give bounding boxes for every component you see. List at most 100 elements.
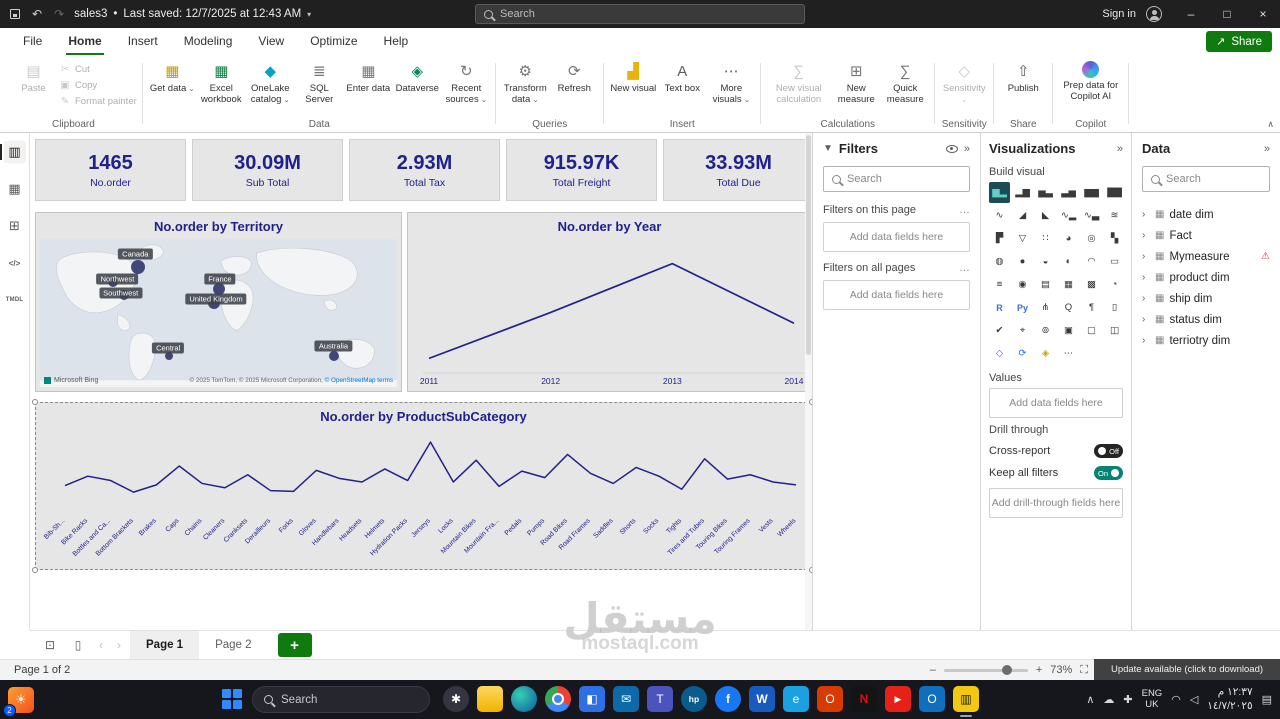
minimize-button[interactable]: –: [1174, 0, 1208, 28]
openstreetmap-terms-link[interactable]: © OpenStreetMap terms: [325, 377, 393, 384]
text-slicer-icon[interactable]: ◫: [1104, 320, 1125, 341]
close-button[interactable]: ×: [1246, 0, 1280, 28]
qa-visual-icon[interactable]: Q: [1058, 297, 1079, 318]
model-view-icon[interactable]: ⊞: [4, 215, 26, 237]
pie-chart-icon[interactable]: ◕: [1058, 228, 1079, 249]
report-canvas[interactable]: 1465No.order30.09MSub Total2.93MTotal Ta…: [30, 133, 812, 630]
map-visual[interactable]: No.order by Territory Mi: [35, 212, 402, 392]
enter-data-button[interactable]: ▦Enter data: [345, 58, 392, 95]
map-icon[interactable]: ◍: [989, 251, 1010, 272]
report-view-icon[interactable]: ▥: [4, 141, 26, 163]
security-icon[interactable]: ✚: [1123, 693, 1132, 706]
hp-icon[interactable]: hp: [681, 686, 707, 712]
100-stacked-column-chart-icon[interactable]: ▇▇: [1104, 182, 1125, 203]
menu-item-view[interactable]: View: [245, 28, 297, 55]
widgets-icon[interactable]: ☀ 2: [8, 687, 34, 713]
slicer-icon[interactable]: ▤: [1035, 274, 1056, 295]
more-visuals-icon[interactable]: ⋯: [1058, 343, 1079, 364]
ribbon-chart-icon[interactable]: ≋: [1104, 205, 1125, 226]
power-apps-visual-icon[interactable]: ◇: [989, 343, 1010, 364]
chevron-up-icon[interactable]: ∧: [1086, 693, 1094, 706]
waterfall-chart-icon[interactable]: ▛: [989, 228, 1010, 249]
eye-icon[interactable]: [946, 145, 958, 153]
notification-center-icon[interactable]: ▤: [1262, 693, 1272, 706]
kpi-card[interactable]: 915.97KTotal Freight: [506, 139, 657, 201]
filters-all-dropzone[interactable]: Add data fields here: [823, 280, 970, 310]
window-title[interactable]: sales3 • Last saved: 12/7/2025 at 12:43 …: [74, 8, 311, 20]
filters-page-dropzone[interactable]: Add data fields here: [823, 222, 970, 252]
area-chart-icon[interactable]: ◢: [1012, 205, 1033, 226]
onelake-button[interactable]: ◆OneLake catalog ⌄: [247, 58, 294, 106]
start-button[interactable]: [222, 689, 242, 709]
language-indicator[interactable]: ENGUK: [1142, 689, 1163, 711]
menu-item-optimize[interactable]: Optimize: [297, 28, 370, 55]
scatter-chart-icon[interactable]: ∷: [1035, 228, 1056, 249]
menu-item-file[interactable]: File: [10, 28, 55, 55]
decomposition-tree-icon[interactable]: ⋔: [1035, 297, 1056, 318]
paginated-report-icon[interactable]: ▯: [1104, 297, 1125, 318]
page-tab-page-2[interactable]: Page 2: [199, 631, 267, 660]
clustered-bar-chart-icon[interactable]: ▅▃: [1035, 182, 1056, 203]
100-stacked-bar-chart-icon[interactable]: ▆▆: [1081, 182, 1102, 203]
page-tab-page-1[interactable]: Page 1: [130, 631, 199, 660]
text-box-button[interactable]: AText box: [659, 58, 706, 95]
image-visual-icon[interactable]: ▣: [1058, 320, 1079, 341]
recent-sources-button[interactable]: ↻Recent sources ⌄: [443, 58, 490, 106]
new-measure-button[interactable]: ⊞New measure: [833, 58, 880, 106]
metrics-icon[interactable]: ✔: [989, 320, 1010, 341]
mobile-view-icon[interactable]: ▯: [66, 635, 90, 655]
matrix-icon[interactable]: ▩: [1081, 274, 1102, 295]
collapse-filters-icon[interactable]: »: [964, 143, 970, 155]
kpi-card[interactable]: 2.93MTotal Tax: [349, 139, 500, 201]
menu-item-help[interactable]: Help: [371, 28, 422, 55]
transform-data-button[interactable]: ⚙Transform data ⌄: [502, 58, 549, 106]
card-icon[interactable]: ▭: [1104, 251, 1125, 272]
field-ship-dim[interactable]: ›▦ship dim: [1142, 288, 1270, 309]
sign-in-link[interactable]: Sign in: [1102, 8, 1136, 20]
update-banner[interactable]: Update available (click to download): [1094, 659, 1280, 680]
arcgis-map-icon[interactable]: ⊚: [1035, 320, 1056, 341]
more-visuals-button[interactable]: ⋯More visuals ⌄: [708, 58, 755, 106]
stacked-bar-chart-icon[interactable]: ▆▂: [989, 182, 1010, 203]
new-page-button[interactable]: +: [278, 633, 312, 657]
bing-map[interactable]: Microsoft Bing © 2025 TomTom, © 2025 Mic…: [40, 239, 397, 387]
power-automate-visual-icon[interactable]: ⟳: [1012, 343, 1033, 364]
excel-button[interactable]: ▦Excel workbook: [198, 58, 245, 106]
tmdl-view-icon[interactable]: TMDL: [4, 289, 26, 311]
teams-icon[interactable]: T: [647, 686, 673, 712]
cross-report-toggle[interactable]: Off: [1094, 444, 1123, 458]
field-product-dim[interactable]: ›▦product dim: [1142, 267, 1270, 288]
goals-icon[interactable]: ⌖: [1012, 320, 1033, 341]
file-explorer-icon[interactable]: [477, 686, 503, 712]
office-icon[interactable]: O: [817, 686, 843, 712]
azure-map-icon[interactable]: ◐: [1058, 251, 1079, 272]
global-search-input[interactable]: Search: [475, 4, 805, 24]
maximize-button[interactable]: □: [1210, 0, 1244, 28]
collapse-ribbon-icon[interactable]: ∧: [1267, 119, 1274, 130]
kpi-card[interactable]: 1465No.order: [35, 139, 186, 201]
premium-visual-icon[interactable]: ◈: [1035, 343, 1056, 364]
table-icon[interactable]: ▦: [1058, 274, 1079, 295]
collapse-data-icon[interactable]: »: [1264, 143, 1270, 155]
line-clustered-column-chart-icon[interactable]: ∿▃: [1081, 205, 1102, 226]
canvas-scrollbar[interactable]: [805, 133, 812, 630]
quick-measure-button[interactable]: ∑Quick measure: [882, 58, 929, 106]
filled-map-icon[interactable]: ●: [1012, 251, 1033, 272]
collapse-visualizations-icon[interactable]: »: [1117, 143, 1123, 155]
facebook-icon[interactable]: f: [715, 686, 741, 712]
r-script-icon[interactable]: R: [989, 297, 1010, 318]
publish-button[interactable]: ⇧Publish: [1000, 58, 1047, 95]
data-search-input[interactable]: Search: [1142, 166, 1270, 192]
new-visual-button[interactable]: ▟New visual: [610, 58, 657, 95]
desktop-view-icon[interactable]: ⊡: [38, 635, 62, 655]
field-date-dim[interactable]: ›▦date dim: [1142, 204, 1270, 225]
field-status-dim[interactable]: ›▦status dim: [1142, 309, 1270, 330]
photos-icon[interactable]: ◧: [579, 686, 605, 712]
clock[interactable]: ١٢:٣٧ م١٤/٧/٢٠٢٥: [1207, 686, 1252, 713]
funnel-chart-icon[interactable]: ▽: [1012, 228, 1033, 249]
title-caret-icon[interactable]: ▾: [307, 10, 311, 19]
word-icon[interactable]: W: [749, 686, 775, 712]
next-page-icon[interactable]: ›: [112, 638, 126, 652]
python-script-icon[interactable]: Py: [1012, 297, 1033, 318]
zoom-in-button[interactable]: +: [1036, 664, 1042, 676]
